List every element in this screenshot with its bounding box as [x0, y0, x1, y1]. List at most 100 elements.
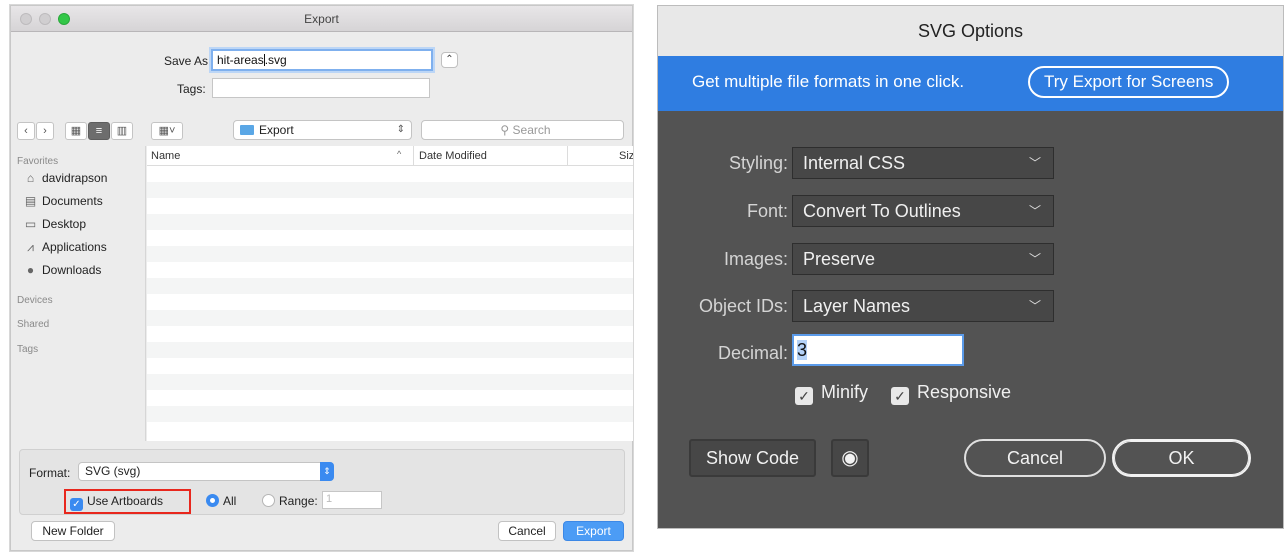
list-row: [147, 406, 633, 422]
file-list[interactable]: Name ^ Date Modified Siz: [147, 146, 633, 441]
folder-icon: [240, 125, 254, 135]
forward-button[interactable]: ›: [36, 122, 54, 140]
column-header-name[interactable]: Name: [151, 150, 180, 162]
search-placeholder: Search: [512, 123, 551, 137]
use-artboards-label: Use Artboards: [87, 494, 164, 508]
banner-text: Get multiple file formats in one click.: [692, 72, 965, 91]
chevron-down-icon: ﹀: [1028, 204, 1041, 218]
sidebar-item-label: Documents: [42, 194, 103, 208]
tags-input[interactable]: [212, 78, 430, 98]
back-button[interactable]: ‹: [17, 122, 35, 140]
decimal-value: 3: [797, 340, 808, 360]
sidebar-item-desktop[interactable]: ▭ Desktop: [23, 215, 86, 233]
save-as-value: hit-areas: [217, 53, 264, 67]
list-row: [147, 374, 633, 390]
range-placeholder: 1: [326, 493, 333, 505]
list-row: [147, 246, 633, 262]
save-as-label: Save As:: [164, 54, 212, 68]
object-ids-select[interactable]: Layer Names ﹀: [792, 290, 1054, 322]
sidebar-item-applications[interactable]: ⩘ Applications: [23, 238, 107, 256]
title-bar[interactable]: Export: [11, 6, 632, 32]
location-label: Export: [259, 123, 294, 137]
new-folder-button[interactable]: New Folder: [31, 521, 115, 541]
responsive-checkbox[interactable]: ✓ Responsive: [891, 382, 1011, 405]
list-view-button[interactable]: ≡: [88, 122, 110, 140]
cancel-button[interactable]: Cancel: [964, 439, 1106, 477]
location-popup[interactable]: Export ⇕: [233, 120, 412, 140]
column-header-date-modified[interactable]: Date Modified: [419, 150, 487, 162]
grid-icon: ▦: [70, 125, 82, 137]
export-dialog: Export Save As: hit-areas.svg ⌃ Tags: ‹ …: [10, 5, 633, 551]
export-options-panel: Format: SVG (svg) ⇕ ✓ Use Artboards All R…: [19, 449, 625, 515]
dialog-title: SVG Options: [658, 6, 1283, 56]
file-list-header: Name ^ Date Modified Siz: [147, 146, 633, 166]
list-row: [147, 214, 633, 230]
export-button[interactable]: Export: [563, 521, 624, 541]
minify-label: Minify: [821, 382, 869, 402]
images-value: Preserve: [803, 249, 876, 269]
svg-options-dialog: SVG Options Get multiple file formats in…: [657, 5, 1284, 529]
try-export-for-screens-button[interactable]: Try Export for Screens: [1028, 66, 1230, 98]
minify-checkbox[interactable]: ✓ Minify: [795, 382, 868, 405]
sidebar-item-label: Applications: [42, 240, 107, 254]
range-radio[interactable]: Range:: [262, 494, 318, 508]
web-preview-button[interactable]: ◉: [831, 439, 869, 477]
save-as-input[interactable]: hit-areas.svg: [211, 49, 433, 71]
ok-button[interactable]: OK: [1112, 439, 1251, 477]
column-header-size[interactable]: Siz: [619, 150, 633, 162]
updown-chevron-icon: ⇕: [396, 124, 405, 135]
collapse-dialog-button[interactable]: ⌃: [441, 52, 458, 68]
sidebar: Favorites ⌂ davidrapson ▤ Documents ▭ Deskt…: [11, 146, 146, 441]
styling-value: Internal CSS: [803, 153, 906, 173]
list-row: [147, 278, 633, 294]
chevron-right-icon: ›: [43, 125, 47, 137]
home-icon: ⌂: [26, 171, 35, 185]
sidebar-section-tags: Tags: [17, 344, 39, 355]
all-radio[interactable]: All: [206, 494, 236, 508]
show-code-button[interactable]: Show Code: [689, 439, 816, 477]
search-icon: ⚲: [500, 123, 510, 137]
decimal-input[interactable]: 3: [792, 334, 964, 366]
range-label: Range:: [279, 494, 318, 508]
cancel-button[interactable]: Cancel: [498, 521, 556, 541]
sidebar-item-home[interactable]: ⌂ davidrapson: [23, 169, 108, 187]
sidebar-item-downloads[interactable]: ● Downloads: [23, 261, 102, 279]
styling-select[interactable]: Internal CSS ﹀: [792, 147, 1054, 179]
font-select[interactable]: Convert To Outlines ﹀: [792, 195, 1054, 227]
object-ids-value: Layer Names: [803, 296, 911, 316]
column-view-button[interactable]: ▥: [111, 122, 133, 140]
save-as-extension: .svg: [264, 53, 287, 67]
chevron-up-icon: ⌃: [445, 54, 454, 65]
sidebar-item-label: davidrapson: [42, 171, 108, 185]
list-row: [147, 182, 633, 198]
sort-ascending-icon: ^: [397, 149, 402, 159]
sidebar-item-label: Downloads: [42, 263, 102, 277]
decimal-label: Decimal:: [717, 343, 788, 363]
dialog-title: Export: [304, 12, 339, 26]
range-input[interactable]: 1: [322, 491, 382, 509]
group-view-button[interactable]: ▦˅: [151, 122, 183, 140]
sidebar-item-documents[interactable]: ▤ Documents: [23, 192, 103, 210]
all-label: All: [223, 494, 237, 508]
export-for-screens-banner: Get multiple file formats in one click. …: [658, 56, 1283, 111]
format-popup[interactable]: SVG (svg) ⇕: [78, 462, 334, 481]
sidebar-section-devices: Devices: [17, 295, 53, 306]
desktop-icon: ▭: [24, 217, 37, 231]
list-row: [147, 342, 633, 358]
images-label: Images:: [723, 249, 788, 269]
applications-icon: ⩘: [27, 240, 34, 254]
font-value: Convert To Outlines: [803, 201, 961, 221]
radio-selected-icon: [206, 494, 219, 507]
object-ids-label: Object IDs:: [698, 296, 788, 316]
responsive-label: Responsive: [917, 382, 1012, 402]
images-select[interactable]: Preserve ﹀: [792, 243, 1054, 275]
use-artboards-checkbox[interactable]: ✓ Use Artboards: [70, 494, 163, 511]
search-field[interactable]: ⚲ Search: [421, 120, 624, 140]
globe-icon: ◉: [841, 447, 859, 469]
checkmark-icon: ✓: [891, 387, 909, 405]
format-label: Format:: [29, 466, 71, 480]
icon-view-button[interactable]: ▦: [65, 122, 87, 140]
list-icon: ≡: [95, 125, 103, 137]
radio-unselected-icon: [262, 494, 275, 507]
group-icon: ▦˅: [158, 125, 176, 137]
